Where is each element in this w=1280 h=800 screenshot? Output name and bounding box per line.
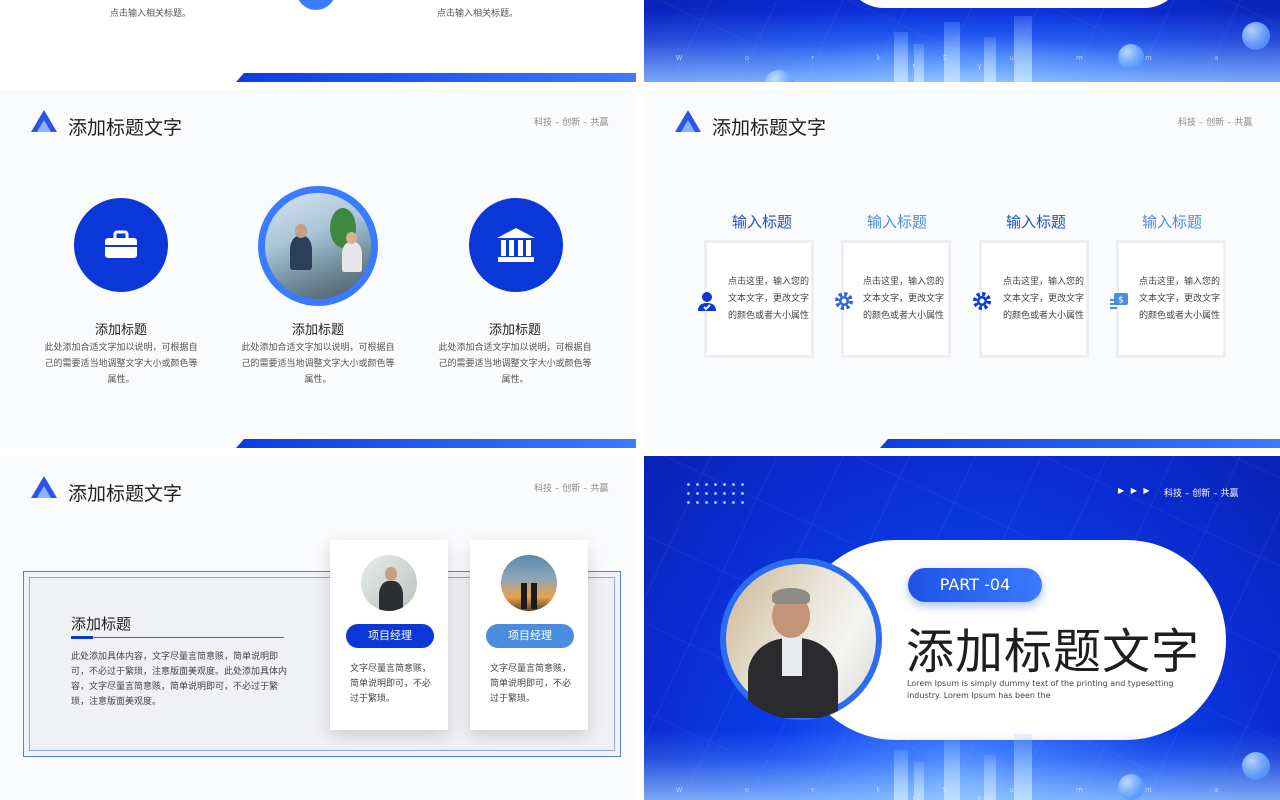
- card-title: 输入标题: [1141, 213, 1202, 231]
- card-title: 输入标题: [731, 213, 792, 231]
- column-title: 添加标题: [488, 323, 541, 338]
- svg-text:$: $: [1118, 296, 1124, 306]
- slide-tagline: 科技 – 创新 – 共赢: [534, 118, 609, 128]
- user-check-icon: [696, 290, 718, 312]
- member-text: 文字尽量言简意赅，简单说明即可，不必过于繁琐。: [350, 664, 432, 704]
- slide-partial-top-right: W o r k S u m m a r y: [644, 0, 1280, 82]
- member-card: 项目经理 文字尽量言简意赅，简单说明即可，不必过于繁琐。: [330, 540, 448, 730]
- gear-icon: [833, 290, 855, 312]
- briefcase-circle: [74, 198, 168, 292]
- card-text: 点击这里，输入您的文本文字，更改文字的颜色或者大小属性: [728, 277, 810, 321]
- box-title: 添加标题: [71, 615, 132, 633]
- column-desc: 此处添加合适文字加以说明，可根据自己的需要适当地调整文字大小或颜色等属性。: [44, 343, 198, 385]
- card-title: 输入标题: [866, 213, 927, 231]
- slide-title: 添加标题文字: [68, 483, 183, 505]
- role-pill: 项目经理: [346, 624, 434, 648]
- card-text: 点击这里，输入您的文本文字，更改文字的颜色或者大小属性: [1003, 277, 1085, 321]
- decor-bubble: [1242, 752, 1270, 780]
- slide-team: 添加标题文字 科技 – 创新 – 共赢 添加标题 此处添加具体内容，文字尽量言简…: [0, 456, 636, 800]
- bank-icon: [497, 228, 535, 262]
- box-text: 此处添加具体内容，文字尽量言简意赅，简单说明即可，不必过于繁琐，注意版面美观度。…: [71, 652, 288, 707]
- briefcase-icon: [105, 230, 137, 258]
- decor-bubble: [1242, 22, 1270, 50]
- slide-four-cards: 添加标题文字 科技 – 创新 – 共赢 输入标题 输入标题 输入标题 输入标题 …: [644, 90, 1280, 448]
- bottom-accent-bar: [880, 439, 1280, 448]
- column-title: 添加标题: [291, 323, 344, 338]
- money-icon: $: [1108, 290, 1130, 312]
- slide-tagline: 科技 – 创新 – 共赢: [534, 484, 609, 494]
- work-summary-watermark: W o r k S u m m a r y: [675, 786, 1249, 800]
- slide-three-columns: 添加标题文字 科技 – 创新 – 共赢 添加标题 此处添加合适文字加以说明，可根…: [0, 90, 636, 448]
- slide-tagline: 科技 – 创新 – 共赢: [1164, 489, 1239, 499]
- column-desc: 此处添加合适文字加以说明，可根据自己的需要适当地调整文字大小或颜色等属性。: [438, 343, 592, 385]
- logo-inner: [681, 120, 695, 132]
- slide-title: 添加标题文字: [712, 117, 827, 139]
- part-label: PART -04: [908, 568, 1042, 602]
- slide-partial-top-left: 点击输入相关标题。 点击输入相关标题。: [0, 0, 636, 82]
- slide-title: 添加标题文字: [68, 117, 183, 139]
- arrows-icon: ▶ ▶ ▶: [1118, 486, 1152, 495]
- office-photo: [258, 186, 378, 306]
- box-title-underline-accent: [71, 636, 93, 639]
- section-title: 添加标题文字: [906, 624, 1201, 680]
- section-lorem: Lorem Ipsum is simply dummy text of the …: [907, 679, 1174, 700]
- white-panel-edge: [844, 0, 1184, 8]
- member-photo: [501, 555, 557, 611]
- member-text: 文字尽量言简意赅，简单说明即可，不必过于繁琐。: [490, 664, 572, 704]
- logo-inner: [37, 486, 51, 498]
- logo-inner: [37, 120, 51, 132]
- card-text: 点击这里，输入您的文本文字，更改文字的颜色或者大小属性: [1139, 277, 1221, 321]
- bank-circle: [469, 198, 563, 292]
- column-title: 添加标题: [94, 323, 147, 338]
- dot-grid: [684, 480, 744, 506]
- member-card: 项目经理 文字尽量言简意赅，简单说明即可，不必过于繁琐。: [470, 540, 588, 730]
- card-title: 输入标题: [1005, 213, 1066, 231]
- bottom-accent-bar: [236, 73, 636, 82]
- work-summary-watermark: W o r k S u m m a r y: [675, 54, 1249, 70]
- slide-tagline: 科技 – 创新 – 共赢: [1178, 118, 1253, 128]
- partial-circle: [296, 0, 336, 10]
- partial-caption-left: 点击输入相关标题。: [110, 9, 192, 19]
- card-text: 点击这里，输入您的文本文字，更改文字的颜色或者大小属性: [863, 277, 945, 321]
- slide-part-section: ▶ ▶ ▶ 科技 – 创新 – 共赢 PART -04 添加标题文字 Lorem…: [644, 456, 1280, 800]
- bottom-accent-bar: [236, 439, 636, 448]
- speaker-photo: [720, 558, 882, 720]
- column-desc: 此处添加合适文字加以说明，可根据自己的需要适当地调整文字大小或颜色等属性。: [241, 343, 395, 385]
- partial-caption-right: 点击输入相关标题。: [437, 9, 519, 19]
- role-pill: 项目经理: [486, 624, 574, 648]
- city-skyline: [644, 12, 1280, 82]
- member-photo: [361, 555, 417, 611]
- box-title-underline: [71, 637, 284, 638]
- gear-icon: [971, 290, 993, 312]
